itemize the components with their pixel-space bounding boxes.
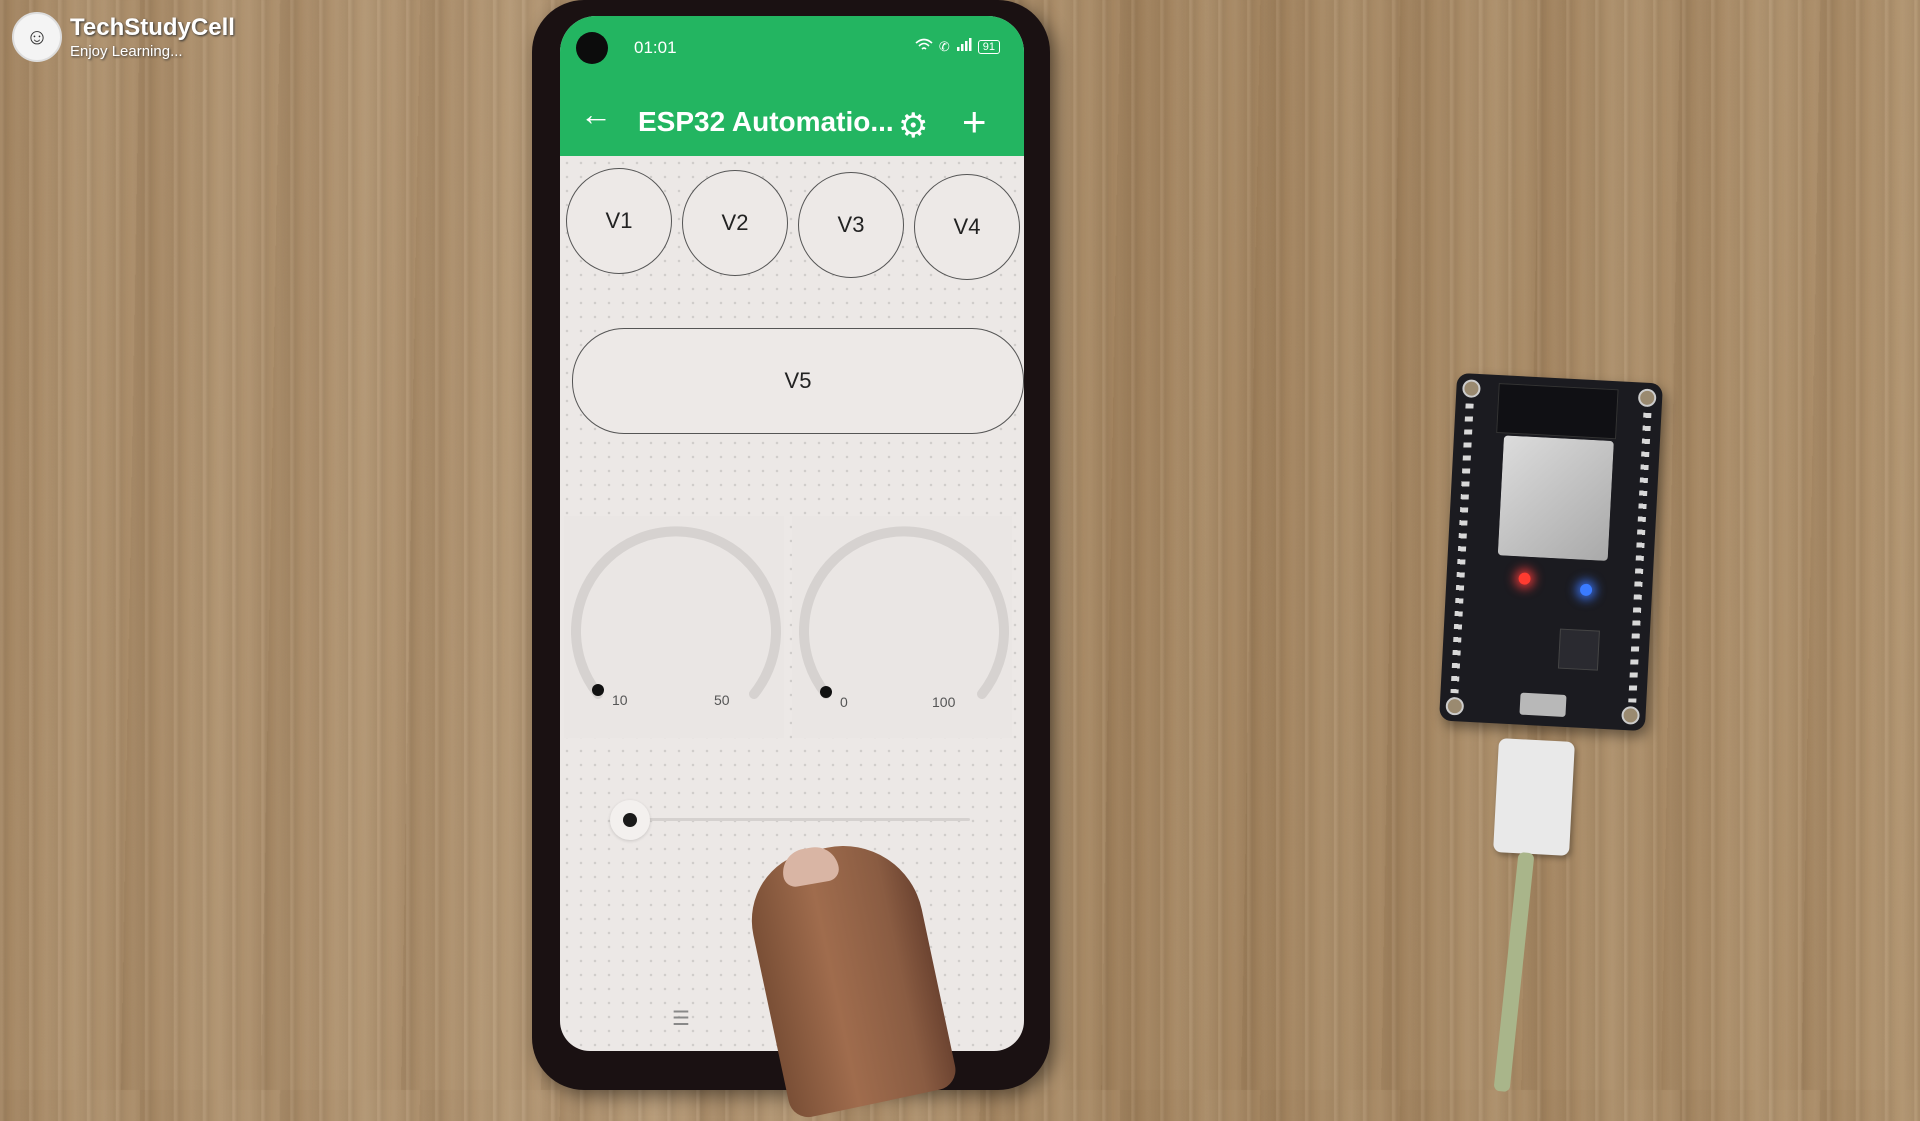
mounting-hole xyxy=(1445,696,1465,716)
watermark-logo: ☺ TechStudyCell Enjoy Learning... xyxy=(12,12,235,62)
app-header: 01:01 ✆ 91 ← ESP32 Automatio... ⚙ + xyxy=(560,16,1024,156)
mounting-hole xyxy=(1621,705,1641,725)
button-v4[interactable]: V4 xyxy=(914,174,1020,280)
watermark-subtitle: Enjoy Learning... xyxy=(70,43,183,60)
gauge-right-max: 100 xyxy=(932,694,956,710)
gauge-left-indicator xyxy=(592,684,604,696)
usb-plug xyxy=(1493,738,1575,856)
call-icon: ✆ xyxy=(938,38,950,54)
wifi-icon xyxy=(915,38,933,55)
wifi-module-shield xyxy=(1497,435,1614,561)
slider-track[interactable] xyxy=(630,818,970,821)
battery-icon: 91 xyxy=(977,39,1000,54)
nav-menu-icon[interactable]: ☰ xyxy=(672,1006,690,1031)
mounting-hole xyxy=(1637,388,1657,408)
esp32-board xyxy=(1439,372,1663,732)
front-camera xyxy=(576,32,608,64)
gauge-left: 10 50 xyxy=(564,516,784,738)
button-v1[interactable]: V1 xyxy=(566,168,672,274)
power-led xyxy=(1518,572,1531,585)
usb-port xyxy=(1519,692,1567,717)
mounting-hole xyxy=(1461,379,1481,399)
watermark-title: TechStudyCell xyxy=(70,14,235,41)
slider-knob xyxy=(623,813,637,827)
gauge-right: 0 100 xyxy=(792,516,1012,738)
button-v3[interactable]: V3 xyxy=(798,172,904,278)
gauge-left-min: 10 xyxy=(612,692,628,708)
usb-cable xyxy=(1493,851,1535,1093)
gear-icon[interactable]: ⚙ xyxy=(898,106,928,146)
techstudycell-logo-icon: ☺ xyxy=(12,12,62,62)
slider-handle[interactable] xyxy=(610,800,650,840)
button-v5[interactable]: V5 xyxy=(572,328,1024,434)
status-icons: ✆ 91 xyxy=(915,38,1000,55)
board-antenna xyxy=(1496,383,1619,440)
gauge-right-min: 0 xyxy=(840,694,848,710)
board-pins-left xyxy=(1450,403,1474,694)
gauge-right-indicator xyxy=(820,686,832,698)
status-time: 01:01 xyxy=(634,38,677,57)
gauge-left-max: 50 xyxy=(714,692,730,708)
board-pins-right xyxy=(1628,412,1652,703)
usb-chip xyxy=(1557,628,1600,671)
status-led xyxy=(1579,583,1593,597)
app-title: ESP32 Automatio... xyxy=(638,106,894,137)
button-v2[interactable]: V2 xyxy=(682,170,788,276)
signal-icon xyxy=(956,38,972,55)
plus-icon[interactable]: + xyxy=(962,98,987,146)
back-arrow-icon[interactable]: ← xyxy=(580,96,612,133)
